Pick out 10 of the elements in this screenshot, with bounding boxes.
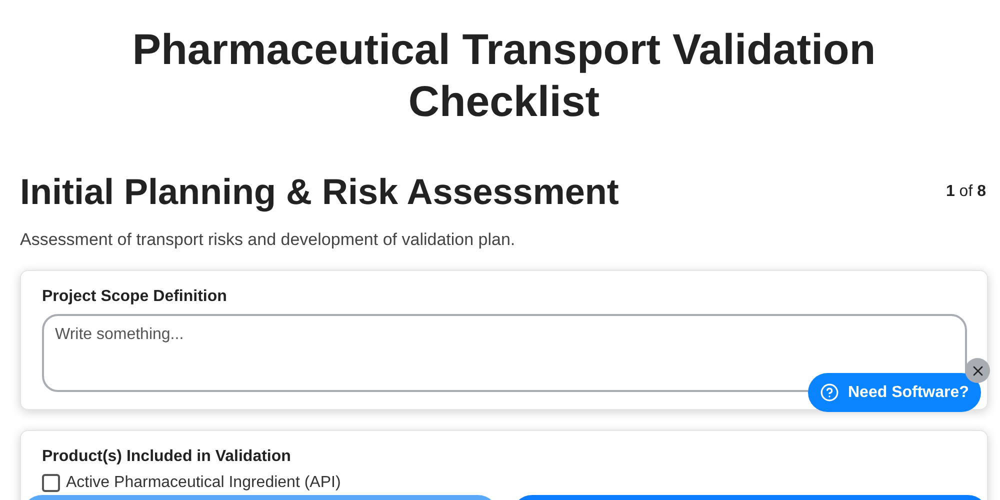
checkbox[interactable]: [42, 474, 60, 492]
help-button[interactable]: Need Software?: [808, 373, 981, 412]
field-label: Product(s) Included in Validation: [42, 448, 292, 466]
checkbox-label[interactable]: Active Pharmaceutical Ingredient (API): [66, 474, 341, 492]
page-title: Pharmaceutical Transport Validation Checklist: [131, 25, 877, 128]
step-counter: 1 of 8: [946, 183, 987, 201]
field-label: Project Scope Definition: [42, 288, 228, 306]
help-icon: [820, 383, 839, 402]
section-title: Initial Planning & Risk Assessment: [20, 170, 619, 214]
section-description: Assessment of transport risks and development of validation plan.: [20, 230, 516, 250]
